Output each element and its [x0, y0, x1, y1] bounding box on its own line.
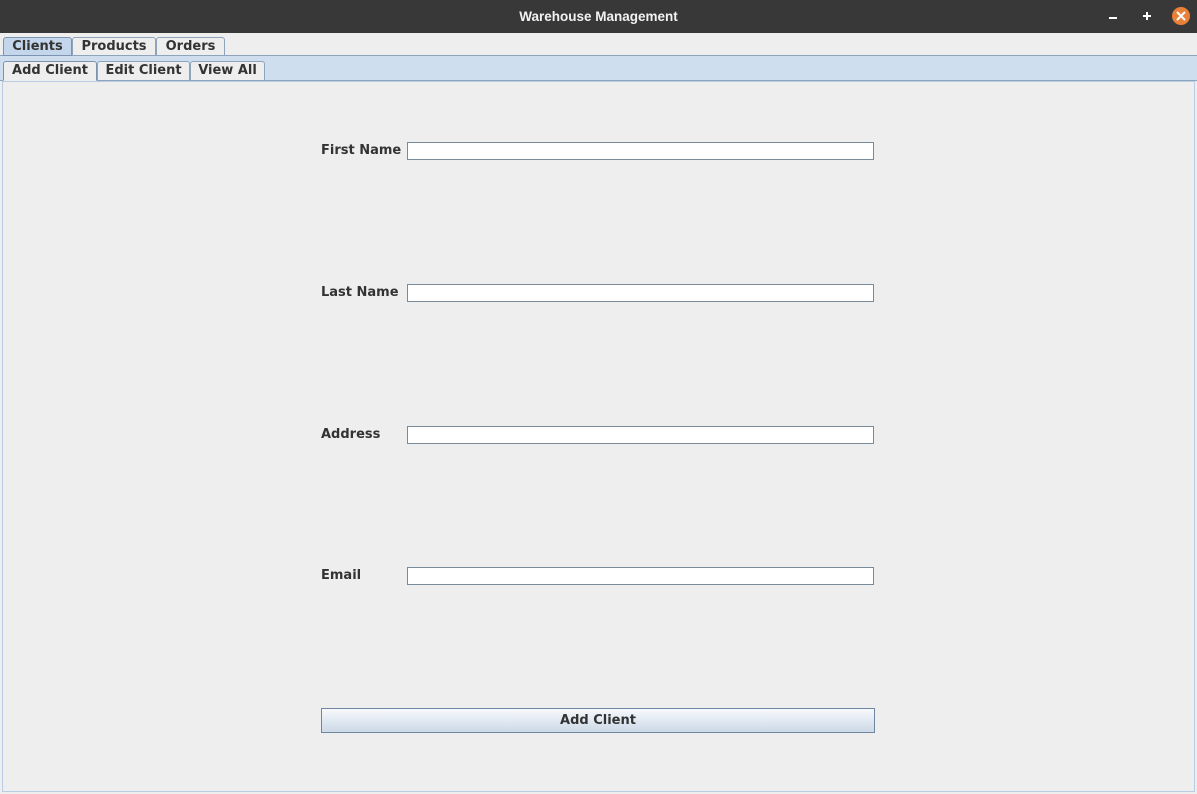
app-window: Warehouse Management Clients Products Or…	[0, 0, 1197, 794]
close-button[interactable]	[1171, 6, 1191, 26]
maximize-button[interactable]	[1137, 6, 1157, 26]
tab-view-all[interactable]: View All	[190, 61, 265, 81]
minimize-icon	[1109, 17, 1117, 19]
address-field[interactable]	[407, 426, 874, 444]
maximize-icon	[1143, 12, 1151, 20]
title-bar[interactable]: Warehouse Management	[0, 0, 1197, 33]
close-icon	[1176, 11, 1186, 21]
main-tab-bar: Clients Products Orders	[0, 33, 1197, 56]
email-label: Email	[321, 568, 362, 583]
address-label: Address	[321, 427, 381, 442]
tab-orders[interactable]: Orders	[156, 37, 225, 56]
add-client-button[interactable]: Add Client	[321, 708, 875, 733]
close-button-circle	[1172, 7, 1190, 25]
last-name-field[interactable]	[407, 284, 874, 302]
last-name-label: Last Name	[321, 285, 399, 300]
first-name-label: First Name	[321, 143, 402, 158]
window-title: Warehouse Management	[519, 9, 678, 24]
tab-edit-client[interactable]: Edit Client	[97, 61, 190, 81]
tab-products[interactable]: Products	[72, 37, 156, 56]
tab-add-client[interactable]: Add Client	[3, 61, 97, 81]
email-field[interactable]	[407, 567, 874, 585]
first-name-field[interactable]	[407, 142, 874, 160]
client-tab-bar: Add Client Edit Client View All	[0, 56, 1197, 81]
minimize-button[interactable]	[1103, 6, 1123, 26]
tab-clients[interactable]: Clients	[3, 37, 72, 56]
